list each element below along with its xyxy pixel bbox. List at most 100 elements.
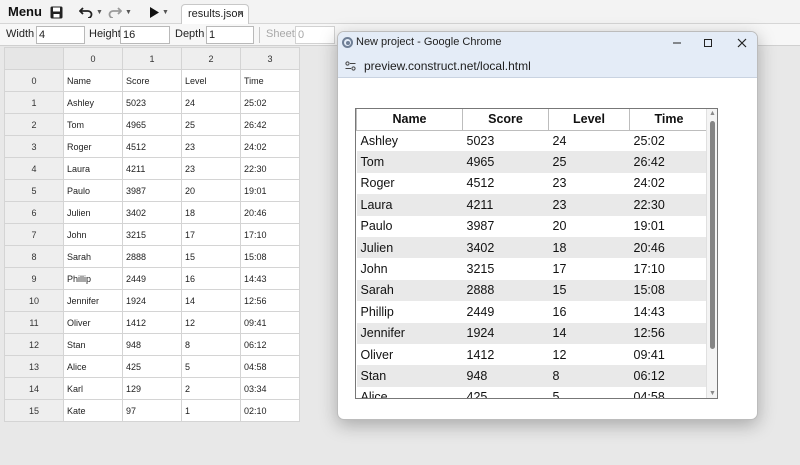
grid-cell[interactable]: 8 bbox=[181, 333, 241, 356]
grid-cell[interactable]: Sarah bbox=[63, 245, 123, 268]
tab-results-json[interactable]: results.json × bbox=[181, 4, 249, 24]
grid-cell[interactable]: 25 bbox=[181, 113, 241, 136]
row-header[interactable]: 5 bbox=[4, 179, 64, 202]
column-header[interactable]: 2 bbox=[181, 47, 241, 70]
grid-cell[interactable]: 25:02 bbox=[240, 91, 300, 114]
grid-cell[interactable]: 3402 bbox=[122, 201, 182, 224]
column-header[interactable]: 0 bbox=[63, 47, 123, 70]
grid-cell[interactable]: 20:46 bbox=[240, 201, 300, 224]
site-info-icon[interactable] bbox=[345, 61, 356, 71]
grid-cell[interactable]: Time bbox=[240, 69, 300, 92]
preview-dropdown-icon[interactable]: ▼ bbox=[162, 9, 169, 16]
grid-cell[interactable]: 1 bbox=[181, 399, 241, 422]
grid-cell[interactable]: 2449 bbox=[122, 267, 182, 290]
grid-cell[interactable]: Stan bbox=[63, 333, 123, 356]
undo-button[interactable]: ▼ bbox=[79, 3, 103, 21]
grid-cell[interactable]: 22:30 bbox=[240, 157, 300, 180]
grid-cell[interactable]: 09:41 bbox=[240, 311, 300, 334]
close-button[interactable] bbox=[733, 34, 751, 52]
grid-cell[interactable]: 23 bbox=[181, 135, 241, 158]
grid-cell[interactable]: 5023 bbox=[122, 91, 182, 114]
grid-cell[interactable]: 2 bbox=[181, 377, 241, 400]
grid-cell[interactable]: 129 bbox=[122, 377, 182, 400]
grid-cell[interactable]: 4512 bbox=[122, 135, 182, 158]
grid-cell[interactable]: Score bbox=[122, 69, 182, 92]
grid-cell[interactable]: 26:42 bbox=[240, 113, 300, 136]
grid-cell[interactable]: Paulo bbox=[63, 179, 123, 202]
grid-cell[interactable]: Julien bbox=[63, 201, 123, 224]
scrollbar-thumb[interactable] bbox=[710, 121, 715, 349]
depth-field[interactable]: 1 bbox=[206, 26, 254, 44]
grid-cell[interactable]: 12 bbox=[181, 311, 241, 334]
column-header[interactable]: 1 bbox=[122, 47, 182, 70]
row-header[interactable]: 14 bbox=[4, 377, 64, 400]
redo-dropdown-icon[interactable]: ▼ bbox=[125, 9, 132, 16]
minimize-button[interactable] bbox=[668, 34, 686, 52]
row-header[interactable]: 0 bbox=[4, 69, 64, 92]
grid-cell[interactable]: 5 bbox=[181, 355, 241, 378]
grid-cell[interactable]: 24 bbox=[181, 91, 241, 114]
row-header[interactable]: 11 bbox=[4, 311, 64, 334]
grid-cell[interactable]: 19:01 bbox=[240, 179, 300, 202]
row-header[interactable]: 6 bbox=[4, 201, 64, 224]
row-header[interactable]: 12 bbox=[4, 333, 64, 356]
grid-cell[interactable]: 17:10 bbox=[240, 223, 300, 246]
grid-cell[interactable]: Jennifer bbox=[63, 289, 123, 312]
row-header[interactable]: 2 bbox=[4, 113, 64, 136]
grid-cell[interactable]: 02:10 bbox=[240, 399, 300, 422]
grid-cell[interactable]: Ashley bbox=[63, 91, 123, 114]
grid-cell[interactable]: Alice bbox=[63, 355, 123, 378]
grid-cell[interactable]: 425 bbox=[122, 355, 182, 378]
redo-button[interactable]: ▼ bbox=[108, 3, 132, 21]
grid-cell[interactable]: 24:02 bbox=[240, 135, 300, 158]
grid-cell[interactable]: 23 bbox=[181, 157, 241, 180]
grid-cell[interactable]: 1924 bbox=[122, 289, 182, 312]
width-field[interactable]: 4 bbox=[36, 26, 85, 44]
menu-button[interactable]: Menu bbox=[3, 2, 47, 22]
grid-cell[interactable]: 18 bbox=[181, 201, 241, 224]
grid-cell[interactable]: 15:08 bbox=[240, 245, 300, 268]
grid-cell[interactable]: John bbox=[63, 223, 123, 246]
undo-dropdown-icon[interactable]: ▼ bbox=[96, 9, 103, 16]
grid-cell[interactable]: 3215 bbox=[122, 223, 182, 246]
table-scrollbar[interactable]: ▲ ▼ bbox=[706, 109, 717, 398]
grid-cell[interactable]: Phillip bbox=[63, 267, 123, 290]
row-header[interactable]: 1 bbox=[4, 91, 64, 114]
scroll-down-icon[interactable]: ▼ bbox=[709, 390, 716, 397]
row-header[interactable]: 8 bbox=[4, 245, 64, 268]
column-header[interactable]: 3 bbox=[240, 47, 300, 70]
grid-cell[interactable]: 1412 bbox=[122, 311, 182, 334]
scroll-up-icon[interactable]: ▲ bbox=[709, 110, 716, 117]
grid-cell[interactable]: 06:12 bbox=[240, 333, 300, 356]
row-header[interactable]: 9 bbox=[4, 267, 64, 290]
grid-cell[interactable]: 12:56 bbox=[240, 289, 300, 312]
grid-cell[interactable]: 17 bbox=[181, 223, 241, 246]
row-header[interactable]: 10 bbox=[4, 289, 64, 312]
grid-cell[interactable]: Kate bbox=[63, 399, 123, 422]
row-header[interactable]: 15 bbox=[4, 399, 64, 422]
grid-cell[interactable]: 14 bbox=[181, 289, 241, 312]
grid-cell[interactable]: Name bbox=[63, 69, 123, 92]
grid-cell[interactable]: 2888 bbox=[122, 245, 182, 268]
grid-cell[interactable]: 03:34 bbox=[240, 377, 300, 400]
preview-button[interactable]: ▼ bbox=[150, 3, 169, 21]
tab-close-icon[interactable]: × bbox=[238, 5, 244, 24]
row-header[interactable]: 7 bbox=[4, 223, 64, 246]
grid-cell[interactable]: 04:58 bbox=[240, 355, 300, 378]
grid-cell[interactable]: Oliver bbox=[63, 311, 123, 334]
grid-cell[interactable]: Level bbox=[181, 69, 241, 92]
grid-cell[interactable]: 3987 bbox=[122, 179, 182, 202]
grid-cell[interactable]: Laura bbox=[63, 157, 123, 180]
row-header[interactable]: 13 bbox=[4, 355, 64, 378]
grid-cell[interactable]: Roger bbox=[63, 135, 123, 158]
row-header[interactable]: 4 bbox=[4, 157, 64, 180]
grid-cell[interactable]: 4965 bbox=[122, 113, 182, 136]
grid-cell[interactable]: Karl bbox=[63, 377, 123, 400]
grid-cell[interactable]: 15 bbox=[181, 245, 241, 268]
url-text[interactable]: preview.construct.net/local.html bbox=[364, 59, 531, 73]
row-header[interactable]: 3 bbox=[4, 135, 64, 158]
grid-cell[interactable]: Tom bbox=[63, 113, 123, 136]
grid-cell[interactable]: 97 bbox=[122, 399, 182, 422]
grid-cell[interactable]: 14:43 bbox=[240, 267, 300, 290]
height-field[interactable]: 16 bbox=[120, 26, 170, 44]
